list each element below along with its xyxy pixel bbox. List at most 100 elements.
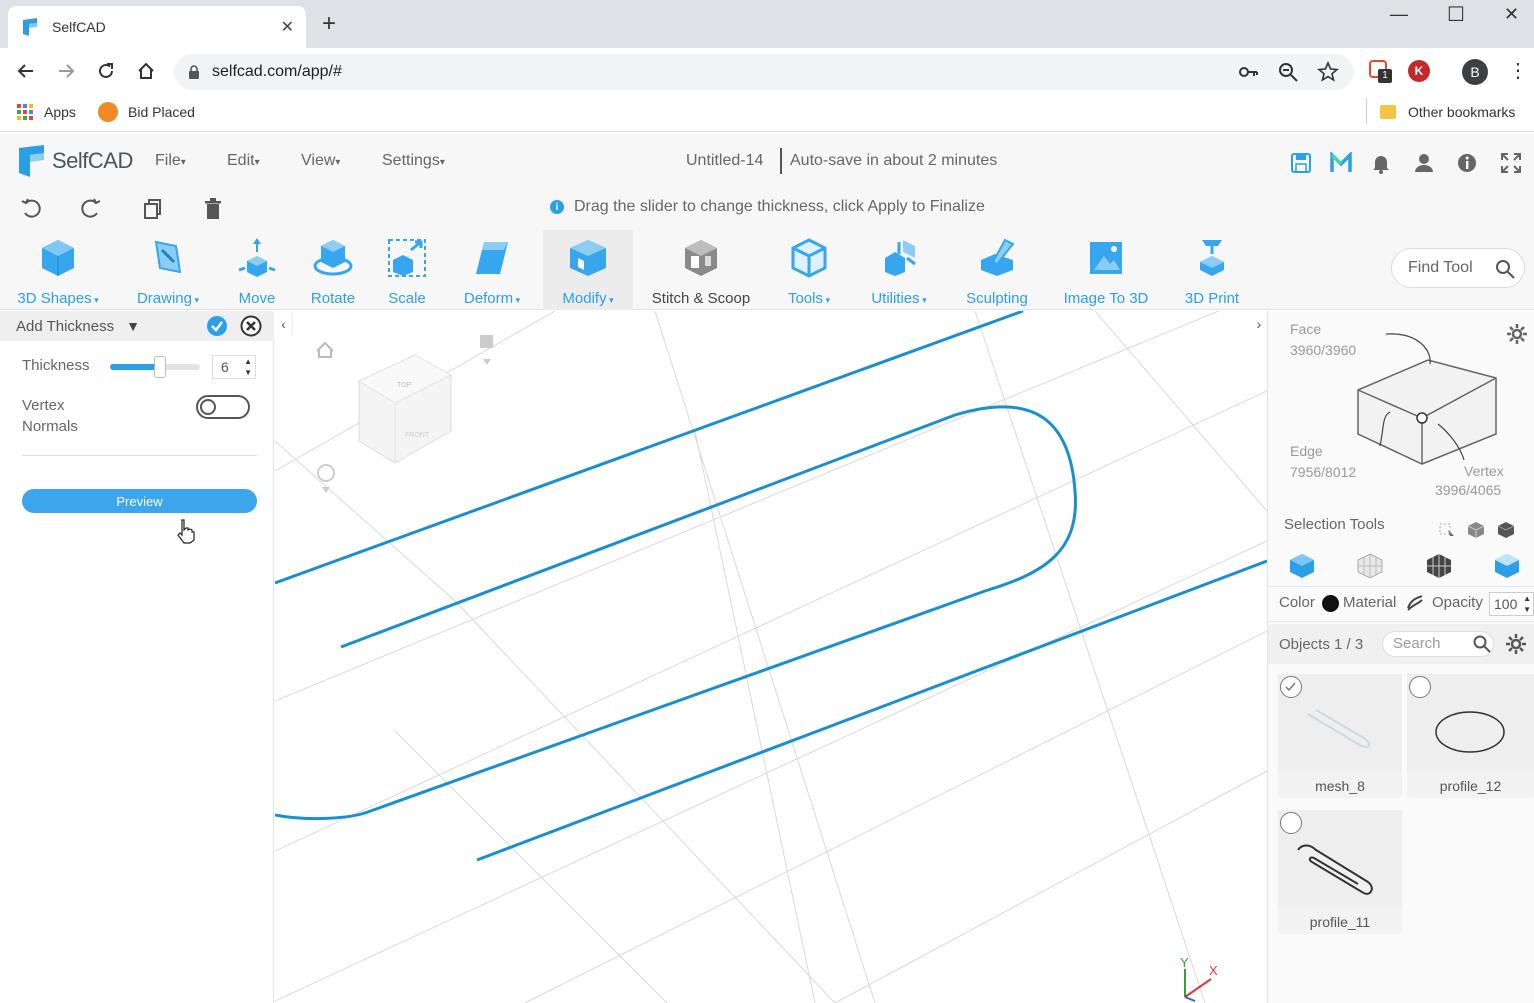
myminifactory-icon[interactable] xyxy=(1330,152,1352,174)
profile-avatar[interactable]: B xyxy=(1462,59,1488,85)
select-solid-icon[interactable] xyxy=(1496,520,1516,540)
new-tab-icon[interactable]: + xyxy=(322,12,336,36)
wire-segment-bottom xyxy=(476,559,1267,862)
apply-check-icon[interactable] xyxy=(206,315,228,337)
redo-icon[interactable] xyxy=(80,198,102,220)
reload-icon[interactable] xyxy=(96,61,116,81)
object-checkbox[interactable] xyxy=(1280,812,1302,834)
objects-gear-icon[interactable] xyxy=(1505,633,1527,655)
menu-view[interactable]: View▾ xyxy=(301,152,340,170)
minimize-icon[interactable]: — xyxy=(1390,4,1408,25)
extension-k-icon[interactable]: K xyxy=(1408,60,1430,82)
tool-utilities[interactable]: Utilities ▾ xyxy=(864,230,934,310)
objects-count: Objects 1 / 3 xyxy=(1279,636,1364,653)
thickness-slider-handle[interactable] xyxy=(153,356,166,378)
search-icon[interactable] xyxy=(1494,258,1516,280)
menu-file[interactable]: File▾ xyxy=(155,152,186,170)
stepper-arrows-icon[interactable]: ▲ ▼ xyxy=(244,356,252,378)
info-icon[interactable] xyxy=(1456,152,1478,174)
browser-tab[interactable]: SelfCAD ✕ xyxy=(8,6,306,48)
find-tool-input[interactable]: Find Tool xyxy=(1391,248,1525,288)
object-checkbox[interactable] xyxy=(1280,676,1302,698)
tool-modify[interactable]: Modify ▾ xyxy=(543,230,633,310)
tool-3d-print[interactable]: 3D Print xyxy=(1180,230,1244,310)
undo-icon[interactable] xyxy=(20,198,42,220)
home-icon[interactable] xyxy=(136,61,156,81)
omnibox[interactable]: selfcad.com/app/# xyxy=(174,54,1354,90)
document-title[interactable]: Untitled-14 xyxy=(686,152,763,170)
tool-label: Rotate xyxy=(310,290,356,307)
forward-icon[interactable] xyxy=(56,61,76,81)
select-box-icon[interactable] xyxy=(1466,520,1486,540)
vertex-normals-toggle[interactable] xyxy=(196,395,250,419)
tool-drawing[interactable]: Drawing ▾ xyxy=(130,230,206,310)
search-icon[interactable] xyxy=(1472,634,1492,654)
tool-stitch-scoop[interactable]: Stitch & Scoop xyxy=(648,230,754,310)
zoom-icon[interactable] xyxy=(1277,61,1299,83)
panel-dropdown-icon[interactable]: ▼ xyxy=(126,318,140,334)
tab-close-icon[interactable]: ✕ xyxy=(281,17,294,37)
menu-edit[interactable]: Edit▾ xyxy=(227,152,260,170)
fullscreen-icon[interactable] xyxy=(1500,152,1522,174)
view-globe-icon[interactable] xyxy=(317,464,335,493)
bookmark-star-icon[interactable] xyxy=(1317,61,1339,83)
tool-scale[interactable]: Scale xyxy=(382,230,432,310)
object-card-profile-11[interactable]: profile_11 xyxy=(1278,810,1402,934)
key-icon[interactable] xyxy=(1237,61,1259,83)
maximize-icon[interactable]: ☐ xyxy=(1447,2,1465,27)
preview-button[interactable]: Preview xyxy=(22,489,257,513)
tool-3d-shapes[interactable]: 3D Shapes ▾ xyxy=(12,230,104,310)
select-edge-mode-icon[interactable] xyxy=(1425,552,1453,580)
tool-deform[interactable]: Deform ▾ xyxy=(456,230,528,310)
object-checkbox[interactable] xyxy=(1409,676,1431,698)
collapse-left-panel-icon[interactable]: ‹ xyxy=(275,313,293,335)
copy-icon[interactable] xyxy=(141,198,163,220)
back-icon[interactable] xyxy=(16,61,36,81)
select-object-mode-icon[interactable] xyxy=(1288,552,1316,580)
collapse-right-panel-icon[interactable]: › xyxy=(1250,313,1268,335)
opacity-arrows-icon[interactable]: ▲ ▼ xyxy=(1523,593,1531,615)
material-icon[interactable] xyxy=(1406,594,1424,612)
menu-settings[interactable]: Settings▾ xyxy=(382,152,445,170)
rotate-icon xyxy=(313,240,353,276)
material-label[interactable]: Material xyxy=(1343,594,1396,611)
tool-move[interactable]: Move xyxy=(230,230,284,310)
select-cursor-icon[interactable] xyxy=(1436,520,1456,540)
select-face-mode-icon[interactable] xyxy=(1356,552,1384,580)
bookmark-bid-placed[interactable]: Bid Placed xyxy=(98,100,195,124)
extension-icon[interactable]: 1 xyxy=(1369,60,1392,83)
notifications-bell-icon[interactable] xyxy=(1370,152,1392,174)
tool-tools[interactable]: Tools ▾ xyxy=(780,230,838,310)
hint-text: Drag the slider to change thickness, cli… xyxy=(574,198,985,215)
3d-viewport[interactable]: TOP FRONT Y X xyxy=(275,311,1267,1003)
vertex-count: 3996/4065 xyxy=(1435,482,1502,498)
object-card-profile-12[interactable]: profile_12 xyxy=(1407,674,1534,798)
view-cube[interactable]: TOP FRONT xyxy=(357,354,453,464)
opacity-stepper[interactable]: 100 ▲ ▼ xyxy=(1489,592,1534,616)
tool-image-to-3d[interactable]: Image To 3D xyxy=(1058,230,1154,310)
cancel-x-icon[interactable] xyxy=(240,315,262,337)
thickness-stepper[interactable]: 6 ▲ ▼ xyxy=(212,355,256,379)
face-label: Face xyxy=(1290,321,1322,337)
bookmark-apps[interactable]: Apps xyxy=(16,100,76,124)
delete-icon[interactable] xyxy=(202,198,224,220)
color-swatch[interactable] xyxy=(1322,595,1339,612)
panel-divider xyxy=(22,455,257,456)
browser-menu-icon[interactable]: ⋮ xyxy=(1508,58,1528,83)
object-card-mesh-8[interactable]: mesh_8 xyxy=(1278,674,1402,798)
select-vertex-mode-icon[interactable] xyxy=(1493,552,1521,580)
window-close-icon[interactable]: ✕ xyxy=(1504,4,1519,25)
tool-sculpting[interactable]: Sculpting xyxy=(960,230,1034,310)
object-name: profile_11 xyxy=(1309,914,1371,930)
tool-rotate[interactable]: Rotate xyxy=(306,230,360,310)
selfcad-logo-icon xyxy=(19,145,44,177)
save-icon[interactable] xyxy=(1290,152,1312,174)
view-home-icon[interactable] xyxy=(316,341,334,358)
other-bookmarks[interactable]: Other bookmarks xyxy=(1380,100,1515,124)
viewport-canvas[interactable]: TOP FRONT Y X xyxy=(275,311,1267,1003)
user-account-icon[interactable] xyxy=(1413,152,1435,174)
selfcad-logo[interactable]: SelfCAD xyxy=(16,144,133,178)
tool-label: Drawing ▾ xyxy=(136,290,200,307)
stats-gear-icon[interactable] xyxy=(1506,323,1528,345)
selfcad-favicon-icon xyxy=(23,18,37,36)
